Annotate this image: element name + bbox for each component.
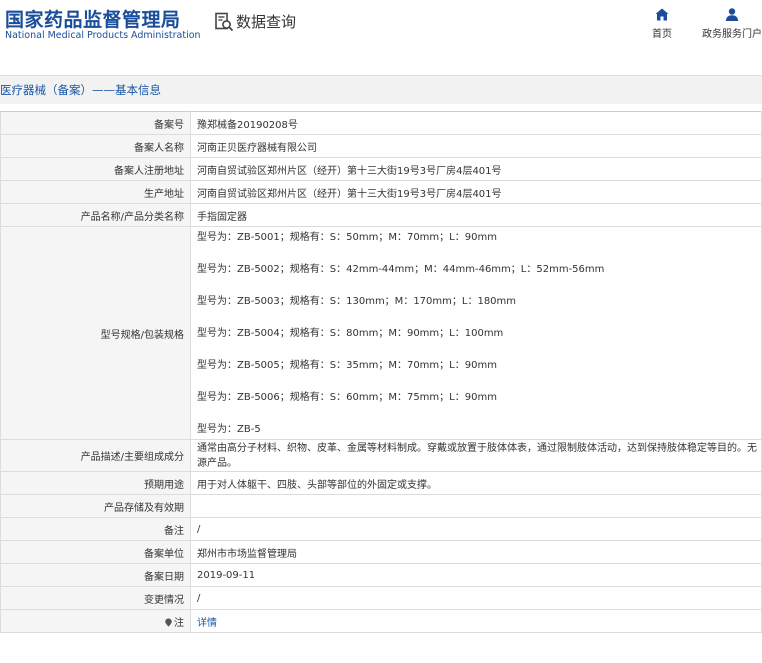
row-value: 2019-09-11 — [190, 563, 762, 587]
nav-home[interactable]: 首页 — [648, 8, 676, 40]
row-label: 备案单位 — [0, 540, 191, 564]
table-row: 备案日期 2019-09-11 — [0, 563, 762, 587]
table-row: 变更情况 / — [0, 586, 762, 610]
note-icon — [165, 617, 172, 627]
spec-line: 型号为：ZB-5003；规格有：S：130mm；M：170mm；L：180mm — [197, 295, 517, 307]
user-icon — [725, 8, 739, 21]
nav-home-label: 首页 — [652, 29, 672, 40]
row-label: 变更情况 — [0, 586, 191, 610]
details-link[interactable]: 详情 — [197, 618, 217, 629]
row-label: 备案人名称 — [0, 134, 191, 158]
table-row: 产品存储及有效期 — [0, 494, 762, 518]
nav-service-portal[interactable]: 政务服务门户 — [702, 8, 762, 40]
spec-line: 型号为：ZB-5006；规格有：S：60mm；M：75mm；L：90mm — [197, 391, 497, 403]
data-query-title: 数据查询 — [236, 13, 297, 31]
spec-line: 型号为：ZB-5005；规格有：S：35mm；M：70mm；L：90mm — [197, 359, 497, 371]
spec-line: 型号为：ZB-5001；规格有：S：50mm；M：70mm；L：90mm — [197, 231, 497, 243]
row-value: 河南自贸试验区郑州片区（经开）第十三大街19号3号厂房4层401号 — [190, 180, 762, 204]
row-value: 手指固定器 — [190, 203, 762, 227]
section-title: 医疗器械（备案）——基本信息 — [0, 83, 161, 97]
row-label: 备案人注册地址 — [0, 157, 191, 181]
spec-value: 型号为：ZB-5001；规格有：S：50mm；M：70mm；L：90mm 型号为… — [190, 226, 762, 440]
spec-line: 型号为：ZB-5002；规格有：S：42mm-44mm；M：44mm-46mm；… — [197, 263, 605, 275]
row-label: 型号规格/包装规格 — [0, 226, 191, 440]
note-label: 注 — [174, 617, 184, 629]
row-value: 豫郑械备20190208号 — [190, 111, 762, 135]
info-table: 备案号 豫郑械备20190208号 备案人名称 河南正贝医疗器械有限公司 备案人… — [0, 111, 762, 633]
table-row-note: 注 详情 — [0, 609, 762, 633]
table-row: 备案人注册地址 河南自贸试验区郑州片区（经开）第十三大街19号3号厂房4层401… — [0, 157, 762, 181]
row-value — [190, 494, 762, 518]
row-label: 生产地址 — [0, 180, 191, 204]
row-value: 河南自贸试验区郑州片区（经开）第十三大街19号3号厂房4层401号 — [190, 157, 762, 181]
spec-line: 型号为：ZB-5 — [197, 423, 261, 435]
table-row: 备案单位 郑州市市场监督管理局 — [0, 540, 762, 564]
row-value: / — [190, 517, 762, 541]
table-row-spec: 型号规格/包装规格 型号为：ZB-5001；规格有：S：50mm；M：70mm；… — [0, 226, 762, 440]
logo-cn[interactable]: 国家药品监督管理局 — [5, 5, 181, 32]
table-row: 备案人名称 河南正贝医疗器械有限公司 — [0, 134, 762, 158]
spec-list: 型号为：ZB-5001；规格有：S：50mm；M：70mm；L：90mm 型号为… — [197, 229, 757, 438]
home-icon — [655, 8, 669, 21]
table-row: 产品名称/产品分类名称 手指固定器 — [0, 203, 762, 227]
data-query-icon — [215, 12, 234, 32]
row-value: / — [190, 586, 762, 610]
table-row-desc: 产品描述/主要组成成分 通常由高分子材料、织物、皮革、金属等材料制成。穿戴或放置… — [0, 439, 762, 472]
table-row: 预期用途 用于对人体躯干、四肢、头部等部位的外固定或支撑。 — [0, 471, 762, 495]
row-value: 郑州市市场监督管理局 — [190, 540, 762, 564]
row-value: 用于对人体躯干、四肢、头部等部位的外固定或支撑。 — [190, 471, 762, 495]
nav-portal-label: 政务服务门户 — [702, 29, 762, 40]
desc-value: 通常由高分子材料、织物、皮革、金属等材料制成。穿戴或放置于肢体体表，通过限制肢体… — [190, 439, 762, 472]
row-label: 产品存储及有效期 — [0, 494, 191, 518]
section-bar: 医疗器械（备案）——基本信息 — [0, 75, 762, 104]
table-row: 备案号 豫郑械备20190208号 — [0, 111, 762, 135]
row-label: 预期用途 — [0, 471, 191, 495]
row-label: 备案号 — [0, 111, 191, 135]
table-row: 备注 / — [0, 517, 762, 541]
row-label: 产品名称/产品分类名称 — [0, 203, 191, 227]
header: 国家药品监督管理局 National Medical Products Admi… — [0, 0, 762, 60]
row-label: 备注 — [0, 517, 191, 541]
note-label-cell: 注 — [0, 609, 191, 633]
note-value: 详情 — [190, 609, 762, 633]
row-value: 河南正贝医疗器械有限公司 — [190, 134, 762, 158]
row-label: 产品描述/主要组成成分 — [0, 439, 191, 472]
row-label: 备案日期 — [0, 563, 191, 587]
table-row: 生产地址 河南自贸试验区郑州片区（经开）第十三大街19号3号厂房4层401号 — [0, 180, 762, 204]
spec-line: 型号为：ZB-5004；规格有：S：80mm；M：90mm；L：100mm — [197, 327, 504, 339]
logo-en[interactable]: National Medical Products Administration — [5, 30, 201, 41]
